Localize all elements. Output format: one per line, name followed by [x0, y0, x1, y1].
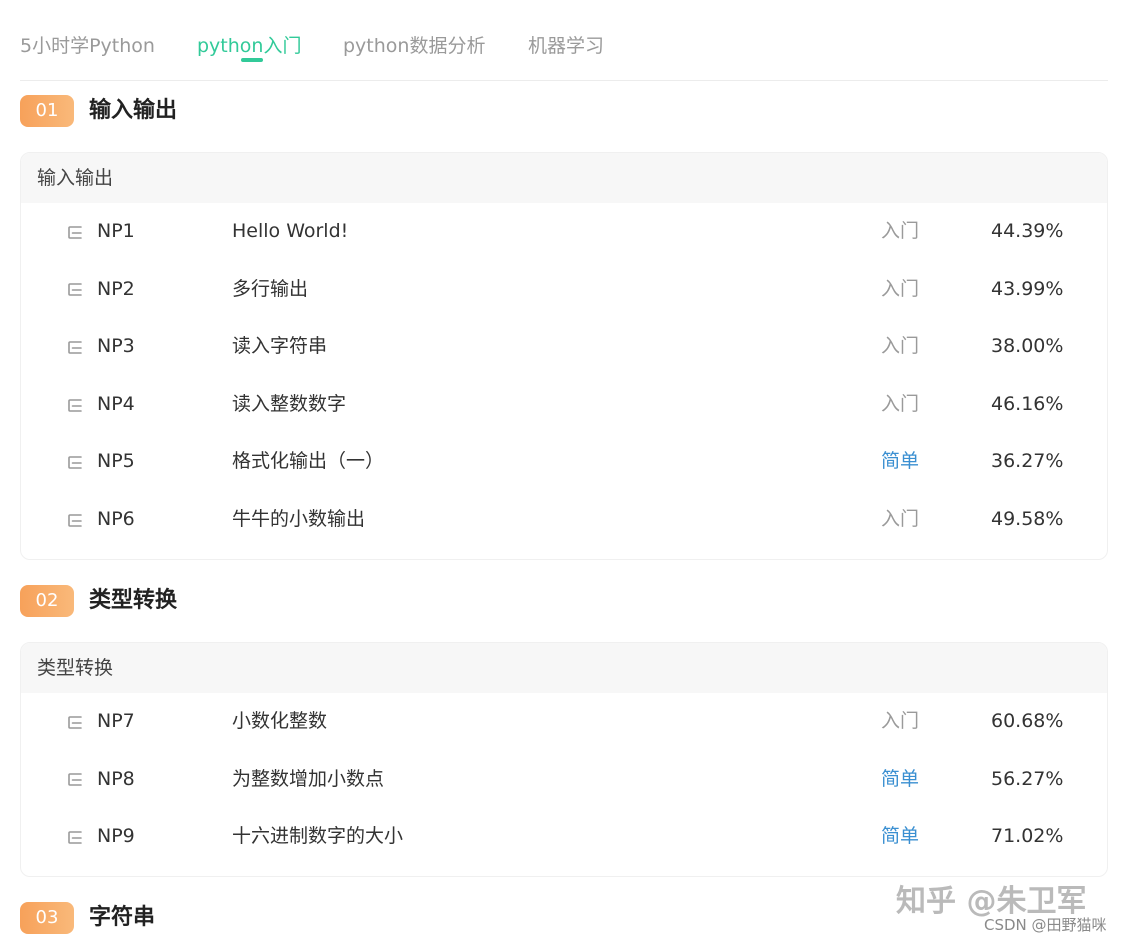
- tab-machine-learning[interactable]: 机器学习: [528, 31, 604, 58]
- problem-doc-icon: [68, 831, 82, 844]
- pass-rate: 46.16%: [991, 392, 1064, 415]
- problem-id: NP2: [97, 277, 135, 300]
- difficulty-label: 简单: [881, 450, 920, 473]
- problem-title[interactable]: 十六进制数字的大小: [232, 808, 403, 866]
- section-title: 字符串: [89, 905, 156, 930]
- problem-row[interactable]: NP1 Hello World! 入门 44.39%: [21, 203, 1107, 261]
- difficulty-label: 入门: [881, 710, 920, 732]
- problem-doc-icon: [68, 773, 82, 787]
- problem-id: NP9: [97, 825, 135, 848]
- section-title: 输入输出: [89, 98, 178, 123]
- section-title: 类型转换: [89, 588, 178, 613]
- problem-title[interactable]: 小数化整数: [232, 693, 327, 751]
- pass-rate: 60.68%: [991, 710, 1064, 732]
- problem-row[interactable]: NP8 为整数增加小数点 简单 56.27%: [21, 751, 1107, 809]
- problem-id: NP8: [97, 767, 135, 790]
- difficulty-label: 简单: [881, 767, 920, 790]
- card-title: 输入输出: [21, 153, 1107, 203]
- csdn-watermark: CSDN @田野猫咪: [984, 916, 1107, 934]
- problem-row[interactable]: NP3 读入字符串 入门 38.00%: [21, 318, 1107, 376]
- problem-list-page: 5小时学Python python入门 python数据分析 机器学习 01 输…: [0, 0, 1136, 943]
- problem-doc-icon: [68, 341, 82, 354]
- section-number-badge: 03: [20, 902, 74, 934]
- difficulty-label: 入门: [881, 277, 920, 300]
- problem-id: NP6: [97, 507, 135, 530]
- active-tab-indicator: [241, 58, 263, 62]
- problem-row[interactable]: NP6 牛牛的小数输出 入门 49.58%: [21, 491, 1107, 549]
- problem-doc-icon: [68, 283, 82, 297]
- problem-doc-icon: [68, 715, 82, 729]
- pass-rate: 36.27%: [991, 450, 1064, 473]
- difficulty-label: 入门: [881, 392, 920, 415]
- problem-card: 输入输出 NP1 Hello World! 入门 44.39% NP2 多行输出…: [20, 152, 1108, 560]
- difficulty-label: 入门: [881, 507, 920, 530]
- pass-rate: 43.99%: [991, 277, 1064, 300]
- difficulty-label: 入门: [881, 220, 920, 242]
- problem-row[interactable]: NP7 小数化整数 入门 60.68%: [21, 693, 1107, 751]
- problem-doc-icon: [68, 225, 82, 239]
- problem-title[interactable]: 读入字符串: [232, 318, 327, 376]
- problem-row[interactable]: NP5 格式化输出（一） 简单 36.27%: [21, 433, 1107, 491]
- problem-doc-icon: [68, 456, 82, 469]
- tab-python-data-analysis[interactable]: python数据分析: [343, 31, 485, 58]
- pass-rate: 38.00%: [991, 335, 1064, 358]
- pass-rate: 49.58%: [991, 507, 1064, 530]
- card-title: 类型转换: [21, 643, 1107, 693]
- tab-python-intro[interactable]: python入门: [197, 31, 301, 58]
- problem-id: NP5: [97, 450, 135, 473]
- pass-rate: 44.39%: [991, 220, 1064, 242]
- pass-rate: 56.27%: [991, 767, 1064, 790]
- problem-id: NP1: [97, 220, 135, 242]
- section-number-badge: 02: [20, 585, 74, 617]
- course-tabs: 5小时学Python python入门 python数据分析 机器学习: [20, 0, 1108, 81]
- problem-title[interactable]: 读入整数数字: [232, 376, 346, 434]
- problem-title[interactable]: 格式化输出（一）: [232, 433, 384, 491]
- problem-row[interactable]: NP2 多行输出 入门 43.99%: [21, 261, 1107, 319]
- problem-id: NP3: [97, 335, 135, 358]
- difficulty-label: 简单: [881, 825, 920, 848]
- problem-id: NP7: [97, 710, 135, 732]
- difficulty-label: 入门: [881, 335, 920, 358]
- problem-title[interactable]: 牛牛的小数输出: [232, 491, 365, 549]
- problem-id: NP4: [97, 392, 135, 415]
- problem-card: 类型转换 NP7 小数化整数 入门 60.68% NP8 为整数增加小数点 简单…: [20, 642, 1108, 877]
- problem-title[interactable]: Hello World!: [232, 203, 348, 261]
- problem-title[interactable]: 多行输出: [232, 261, 308, 319]
- pass-rate: 71.02%: [991, 825, 1064, 848]
- problem-doc-icon: [68, 398, 82, 412]
- problem-doc-icon: [68, 513, 82, 527]
- problem-row[interactable]: NP4 读入整数数字 入门 46.16%: [21, 376, 1107, 434]
- tab-5h-python[interactable]: 5小时学Python: [20, 31, 155, 58]
- problem-row[interactable]: NP9 十六进制数字的大小 简单 71.02%: [21, 808, 1107, 866]
- problem-title[interactable]: 为整数增加小数点: [232, 751, 384, 809]
- section-number-badge: 01: [20, 95, 74, 127]
